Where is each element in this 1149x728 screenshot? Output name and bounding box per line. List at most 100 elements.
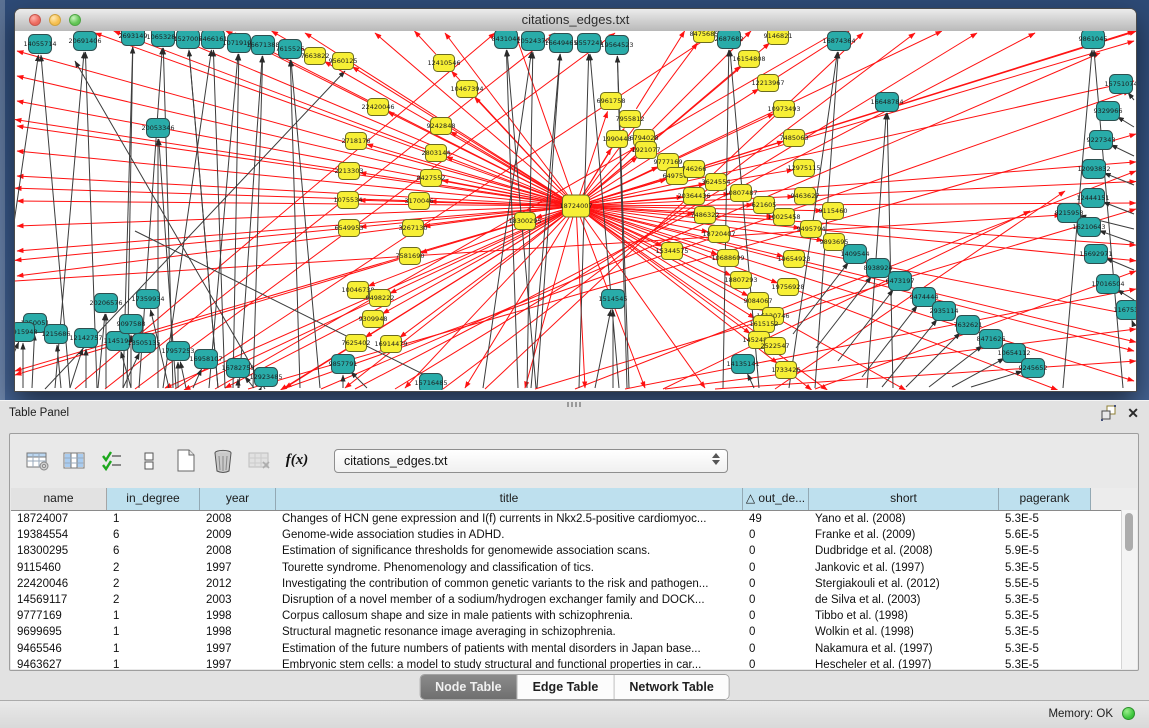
cell-title[interactable]: Embryonic stem cells: a model to study s…	[276, 659, 743, 669]
graph-node-teal[interactable]: 20053346	[141, 119, 174, 138]
cell-short[interactable]: Tibbo et al. (1998)	[809, 610, 999, 622]
graph-node-yellow[interactable]: 1615152	[750, 316, 779, 333]
graph-node-yellow[interactable]: 746266	[682, 161, 707, 178]
graph-node-teal[interactable]: 9857791	[329, 355, 358, 374]
graph-node-teal[interactable]: 7632621	[954, 316, 983, 335]
cell-name[interactable]: 9115460	[11, 562, 107, 574]
graph-node-teal[interactable]: 1409544	[841, 245, 870, 264]
graph-node-yellow[interactable]: 3624554	[702, 174, 731, 191]
cell-out-de-[interactable]: 49	[743, 513, 809, 525]
cell-name[interactable]: 18724007	[11, 513, 107, 525]
graph-node-yellow[interactable]: 9115460	[819, 203, 848, 220]
cell-year[interactable]: 1997	[200, 562, 276, 574]
cell-pagerank[interactable]: 5.5E-5	[999, 578, 1091, 590]
cell-name[interactable]: 9465546	[11, 643, 107, 655]
graph-node-yellow[interactable]: 2522547	[761, 338, 790, 355]
graph-node-yellow[interactable]: 9242848	[427, 118, 456, 135]
graph-node-teal[interactable]: 7615526	[276, 40, 305, 59]
cell-in-degree[interactable]: 2	[107, 578, 200, 590]
cell-short[interactable]: Nakamura et al. (1997)	[809, 643, 999, 655]
graph-node-yellow[interactable]: 9309948	[359, 311, 388, 328]
graph-node-yellow[interactable]: 9146821	[764, 31, 793, 45]
graph-node-teal[interactable]: 1514545	[599, 290, 628, 309]
cell-short[interactable]: Hescheler et al. (1997)	[809, 659, 999, 669]
cell-out-de-[interactable]: 0	[743, 626, 809, 638]
graph-node-yellow[interactable]: 12213967	[751, 75, 784, 92]
cell-out-de-[interactable]: 0	[743, 529, 809, 541]
graph-node-yellow[interactable]: 9463627	[791, 188, 820, 205]
graph-node-yellow[interactable]: 3170046	[405, 193, 434, 210]
graph-node-yellow[interactable]: 12410546	[427, 55, 460, 72]
network-window[interactable]: citations_edges.txt 76638229560125124105…	[14, 8, 1137, 392]
cell-name[interactable]: 9777169	[11, 610, 107, 622]
graph-node-teal[interactable]: 9861045	[1079, 31, 1108, 49]
column-header-pagerank[interactable]: pagerank	[999, 488, 1091, 510]
table-mode-button[interactable]	[24, 448, 52, 474]
cell-name[interactable]: 19384554	[11, 529, 107, 541]
function-builder-button[interactable]: f(x)	[283, 448, 311, 474]
cell-name[interactable]: 9463627	[11, 659, 107, 669]
graph-node-yellow[interactable]: 9498222	[366, 290, 395, 307]
graph-node-yellow[interactable]: 19756928	[771, 279, 804, 296]
graph-node-yellow[interactable]: 9084067	[744, 293, 773, 310]
graph-node-teal[interactable]: 20691406	[68, 32, 101, 51]
cell-in-degree[interactable]: 6	[107, 529, 200, 541]
table-row[interactable]: 946554611997Estimation of the future num…	[11, 641, 1137, 657]
cell-pagerank[interactable]: 5.6E-5	[999, 529, 1091, 541]
table-type-tabs[interactable]: Node TableEdge TableNetwork Table	[419, 674, 730, 700]
graph-node-teal[interactable]: 19564523	[600, 36, 633, 55]
graph-node-teal[interactable]: 8557241	[575, 34, 604, 53]
graph-node-teal[interactable]: 9097588	[117, 315, 146, 334]
cell-title[interactable]: Estimation of the future numbers of pati…	[276, 643, 743, 655]
cell-short[interactable]: Dudbridge et al. (2008)	[809, 545, 999, 557]
cell-in-degree[interactable]: 2	[107, 562, 200, 574]
cell-year[interactable]: 2008	[200, 513, 276, 525]
column-header-out-de-[interactable]: △ out_de...	[743, 488, 809, 510]
graph-node-teal[interactable]: 15751074	[1104, 75, 1136, 94]
graph-node-teal[interactable]: 15692971	[1079, 245, 1112, 264]
table-row[interactable]: 1830029562008Estimation of significance …	[11, 543, 1137, 559]
graph-node-yellow[interactable]: 1990448	[603, 131, 632, 148]
cell-short[interactable]: Yano et al. (2008)	[809, 513, 999, 525]
cell-title[interactable]: Estimation of significance thresholds fo…	[276, 545, 743, 557]
table-row[interactable]: 946362711997Embryonic stem cells: a mode…	[11, 657, 1137, 669]
graph-node-yellow[interactable]: 9495794	[797, 221, 826, 238]
graph-node-teal[interactable]: 9227343	[1087, 131, 1116, 150]
table-row[interactable]: 969969511998Structural magnetic resonanc…	[11, 624, 1137, 640]
cell-name[interactable]: 22420046	[11, 578, 107, 590]
graph-node-yellow[interactable]: 7625402	[342, 335, 371, 352]
graph-node-yellow[interactable]: 10467394	[450, 81, 483, 98]
graph-node-teal[interactable]: 3915948	[15, 323, 37, 342]
graph-node-teal[interactable]: 2687682	[715, 31, 744, 49]
graph-node-yellow[interactable]: 621605	[752, 197, 777, 214]
table-row[interactable]: 977716911998Corpus callosum shape and si…	[11, 608, 1137, 624]
graph-node-teal[interactable]: 8938924	[864, 259, 893, 278]
cell-in-degree[interactable]: 6	[107, 545, 200, 557]
cell-in-degree[interactable]: 1	[107, 626, 200, 638]
cell-out-de-[interactable]: 0	[743, 610, 809, 622]
graph-node-teal[interactable]: 12444151	[1076, 189, 1109, 208]
cell-short[interactable]: de Silva et al. (2003)	[809, 594, 999, 606]
network-graph[interactable]: 7663822956012512410546104673942242004627…	[15, 31, 1136, 390]
column-header-name[interactable]: name	[11, 488, 107, 510]
table-rows[interactable]: 1872400712008Changes of HCN gene express…	[11, 511, 1137, 669]
cell-pagerank[interactable]: 5.3E-5	[999, 626, 1091, 638]
cell-name[interactable]: 14569117	[11, 594, 107, 606]
cell-year[interactable]: 1998	[200, 626, 276, 638]
graph-node-teal[interactable]: 16874364	[822, 32, 855, 51]
graph-node-yellow[interactable]: 16154808	[732, 51, 765, 68]
graph-node-yellow[interactable]: 20364436	[677, 188, 710, 205]
column-header-year[interactable]: year	[200, 488, 276, 510]
cell-pagerank[interactable]: 5.3E-5	[999, 643, 1091, 655]
graph-node-teal[interactable]: 1215686	[42, 325, 71, 344]
table-selector-dropdown[interactable]: citations_edges.txt	[334, 449, 728, 473]
graph-node-teal[interactable]: 2693149	[119, 31, 148, 46]
cell-year[interactable]: 1997	[200, 659, 276, 669]
network-canvas[interactable]: 7663822956012512410546104673942242004627…	[15, 31, 1136, 390]
graph-node-yellow[interactable]: 3267130	[399, 220, 428, 237]
cell-year[interactable]: 2012	[200, 578, 276, 590]
cell-name[interactable]: 18300295	[11, 545, 107, 557]
cell-pagerank[interactable]: 5.3E-5	[999, 562, 1091, 574]
cell-short[interactable]: Stergiakouli et al. (2012)	[809, 578, 999, 590]
cell-in-degree[interactable]: 1	[107, 610, 200, 622]
